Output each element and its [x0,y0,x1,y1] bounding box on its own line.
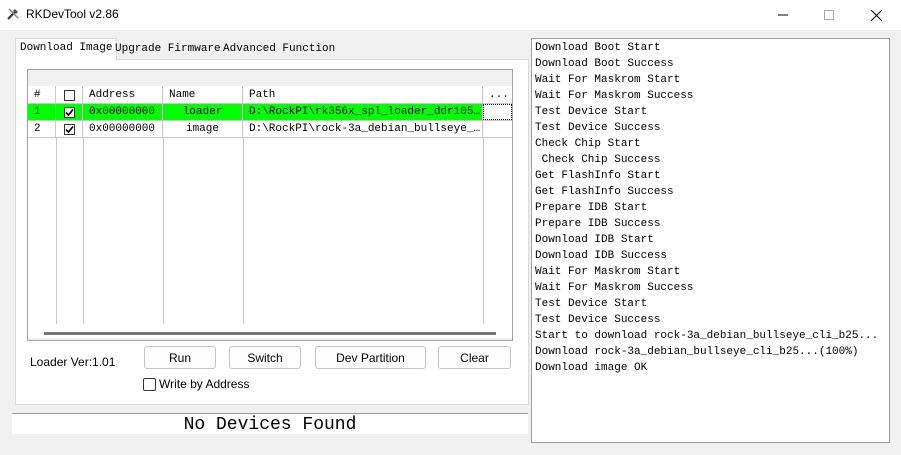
row-checkbox[interactable] [63,123,75,135]
log-line: Download Boot Success [535,58,674,70]
log-line: Wait For Maskrom Success [535,90,694,102]
log-line: Start to download rock-3a_debian_bullsey… [535,330,879,342]
log-line: Wait For Maskrom Success [535,282,694,294]
header-select-all[interactable] [56,86,83,104]
table-toolbar [28,70,512,86]
log-line: Prepare IDB Start [535,202,648,214]
loader-version: Loader Ver:1.01 [30,355,116,369]
log-line: Download Boot Start [535,42,661,54]
log-line: Download rock-3a_debian_bullseye_cli_b25… [535,346,859,358]
switch-button[interactable]: Switch [229,346,301,369]
row-name[interactable]: image [163,121,243,137]
header-name[interactable]: Name [163,86,243,104]
header-path[interactable]: Path [243,86,483,104]
log-line: Test Device Success [535,122,661,134]
log-line: Get FlashInfo Success [535,186,674,198]
write-by-address-checkbox[interactable] [143,377,156,391]
tab-upgrade-firmware[interactable]: Upgrade Firmware [111,40,225,60]
row-address[interactable]: 0x00000000 [83,121,163,137]
row-path[interactable]: D:\RockPI\rock-3a_debian_bullseye_c... [243,121,483,137]
row-address[interactable]: 0x00000000 [83,104,163,120]
title-bar: RKDevTool v2.86 [0,0,901,30]
table-row[interactable]: 2 0x00000000 image D:\RockPI\rock-3a_deb… [28,121,512,138]
log-line: Wait For Maskrom Start [535,266,681,278]
table-header: # Address Name Path ... [28,86,512,104]
row-browse-button[interactable] [483,104,512,120]
log-line: Download image OK [535,362,648,374]
log-line: Check Chip Success [535,154,661,166]
checkmark-icon [64,108,74,116]
row-check-cell [56,121,83,137]
checkmark-icon [64,125,74,133]
image-table: # Address Name Path ... 1 0x00000000 loa… [27,69,513,341]
header-address[interactable]: Address [83,86,163,104]
log-panel[interactable]: Download Boot Start Download Boot Succes… [531,38,890,443]
header-browse[interactable]: ... [483,86,512,104]
close-icon [870,9,882,21]
header-index[interactable]: # [28,86,56,104]
minimize-icon [778,14,788,16]
row-checkbox[interactable] [63,106,75,118]
tab-advanced-function[interactable]: Advanced Function [219,40,339,60]
horizontal-scrollbar[interactable] [44,332,496,335]
log-line: Test Device Success [535,314,661,326]
table-row[interactable]: 1 0x00000000 loader D:\RockPI\rk356x_spl… [28,104,512,121]
minimize-button[interactable] [760,0,806,30]
dev-partition-button[interactable]: Dev Partition [315,346,426,369]
maximize-icon [824,10,834,20]
table-body [28,104,512,338]
log-line: Wait For Maskrom Start [535,74,681,86]
window-title: RKDevTool v2.86 [26,7,119,21]
log-line: Download IDB Success [535,250,668,262]
row-index: 2 [28,121,56,137]
row-name[interactable]: loader [163,104,243,120]
log-line: Check Chip Start [535,138,641,150]
tools-icon [7,8,19,20]
write-by-address-option[interactable]: Write by Address [143,377,249,391]
log-line: Download IDB Start [535,234,654,246]
select-all-checkbox[interactable] [63,89,75,101]
tab-download-image[interactable]: Download Image [15,38,118,60]
write-by-address-label: Write by Address [159,377,250,391]
close-button[interactable] [853,0,899,30]
maximize-button[interactable] [806,0,852,30]
device-status: No Devices Found [12,413,528,435]
run-button[interactable]: Run [144,346,216,369]
row-path[interactable]: D:\RockPI\rk356x_spl_loader_ddr1056... [243,104,483,120]
row-check-cell [56,104,83,120]
row-index: 1 [28,104,56,120]
log-line: Test Device Start [535,298,648,310]
log-line: Test Device Start [535,106,648,118]
log-line: Prepare IDB Success [535,218,661,230]
row-browse-button[interactable] [483,121,512,137]
clear-button[interactable]: Clear [438,346,511,369]
log-line: Get FlashInfo Start [535,170,661,182]
